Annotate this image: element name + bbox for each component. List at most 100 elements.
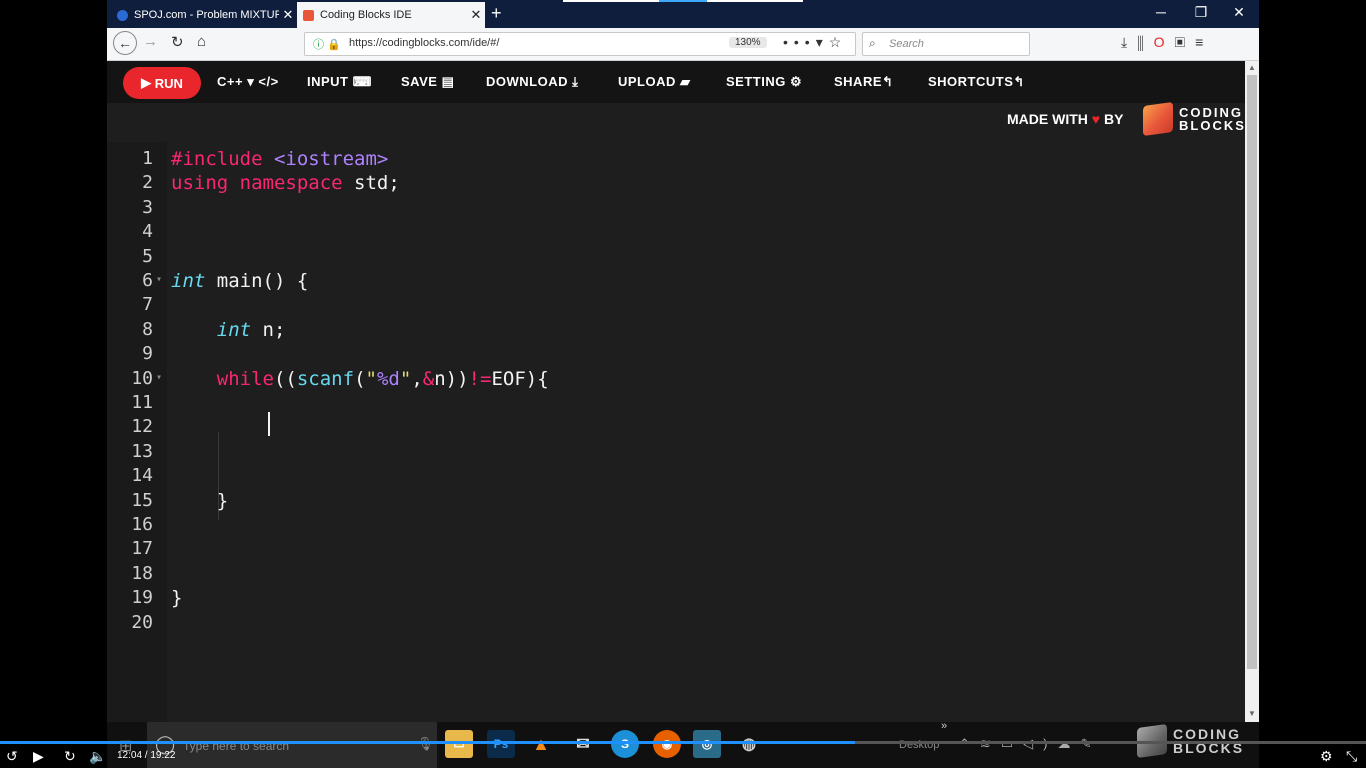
code-line[interactable]: 11 [107, 392, 1245, 416]
chevron-down-icon: ▾ [247, 74, 255, 89]
input-button[interactable]: INPUT ⌨ [307, 74, 372, 90]
forward-icon[interactable]: → [143, 33, 158, 50]
code-line[interactable]: 6 ▾ int main() { [107, 270, 1245, 294]
code-line[interactable]: 19} [107, 587, 1245, 611]
menu-icon[interactable]: ≡ [1195, 34, 1213, 50]
close-tab-icon[interactable]: ✕ [467, 7, 485, 23]
code-editor[interactable]: 1 #include <iostream> 2 using namespace std… [107, 142, 1245, 722]
scroll-thumb[interactable] [1247, 75, 1257, 669]
search-input[interactable]: ⌕ Search [862, 32, 1030, 56]
code-text: int n; [216, 318, 286, 341]
language-selector[interactable]: C++ ▾ </> [217, 74, 279, 90]
settings-gear-icon[interactable]: ⚙ [1320, 748, 1333, 765]
floppy-icon: ▤ [441, 74, 455, 89]
ide-toolbar: ▶ RUN C++ ▾ </> INPUT ⌨ SAVE ▤ DOWNLOAD … [107, 61, 1245, 103]
browser-window: SPOJ.com - Problem MIXTURES ✕ Coding Blo… [107, 0, 1259, 722]
replay-back-icon[interactable]: ↺ [6, 748, 18, 765]
code-line[interactable]: 2 using namespace std; [107, 172, 1245, 196]
fold-arrow-icon[interactable]: ▾ [156, 274, 162, 285]
gear-icon: ⚙ [789, 74, 803, 89]
download-label: DOWNLOAD [486, 74, 568, 89]
line-number: 13 [131, 440, 153, 462]
code-line[interactable]: 14 [107, 465, 1245, 489]
line-number: 6 [142, 270, 153, 291]
code-line[interactable]: 9 [107, 343, 1245, 367]
coding-blocks-logo[interactable]: CODING BLOCKS [1143, 101, 1246, 137]
reload-icon[interactable]: ↻ [171, 33, 184, 51]
scroll-up-icon[interactable]: ▲ [1248, 63, 1256, 72]
code-line[interactable]: 3 [107, 197, 1245, 221]
code-line[interactable]: 10 ▾ while((scanf("%d",&n))!=EOF){ [107, 368, 1245, 392]
line-number: 15 [131, 489, 153, 511]
overflow-chevron-icon[interactable]: » [941, 720, 947, 732]
line-number: 19 [131, 587, 153, 609]
fullscreen-exit-icon[interactable]: ⤡ [1346, 748, 1357, 765]
restore-icon[interactable]: ❐ [1181, 4, 1221, 21]
code-line[interactable]: 16 [107, 514, 1245, 538]
upload-label: UPLOAD [618, 74, 676, 89]
line-number: 3 [142, 196, 153, 218]
code-line[interactable]: 4 [107, 221, 1245, 245]
spoj-favicon-icon [117, 9, 128, 21]
save-label: SAVE [401, 74, 438, 89]
code-line[interactable]: 18 [107, 563, 1245, 587]
minimize-icon[interactable]: ─ [1141, 4, 1181, 20]
back-icon[interactable]: ← [113, 31, 137, 55]
made-with-text: MADE WITH [1007, 111, 1088, 127]
line-number: 10 [131, 367, 153, 389]
play-icon[interactable]: ▶ [33, 748, 44, 765]
line-number: 8 [142, 318, 153, 340]
code-line[interactable]: 8 int n; [107, 319, 1245, 343]
fold-arrow-icon[interactable]: ▾ [156, 372, 162, 383]
new-tab-icon[interactable]: + [491, 3, 502, 24]
page-actions[interactable]: •••▾☆ [783, 34, 847, 51]
close-tab-icon[interactable]: ✕ [279, 7, 297, 23]
volume-icon[interactable]: 🔈 [89, 748, 106, 765]
code-line[interactable]: 20 [107, 612, 1245, 636]
shortcuts-button[interactable]: SHORTCUTS↰ [928, 74, 1025, 90]
code-line[interactable]: 15 } [107, 490, 1245, 514]
line-number: 2 [142, 172, 153, 194]
home-icon[interactable]: ⌂ [197, 33, 206, 50]
coding-blocks-favicon-icon [303, 9, 314, 21]
code-line[interactable]: 17 [107, 538, 1245, 562]
close-window-icon[interactable]: ✕ [1219, 4, 1259, 21]
download-button[interactable]: DOWNLOAD ⤓ [486, 74, 578, 90]
pocket-icon: ▾ [815, 34, 829, 50]
share-button[interactable]: SHARE↰ [834, 74, 893, 90]
tab-coding-blocks[interactable]: Coding Blocks IDE ✕ [297, 2, 485, 28]
code-line[interactable]: 5 [107, 246, 1245, 270]
code-line[interactable]: 12 [107, 416, 1245, 440]
url-text: https://codingblocks.com/ide/#/ [349, 37, 500, 49]
save-button[interactable]: SAVE ▤ [401, 74, 454, 90]
code-line[interactable]: 13 [107, 441, 1245, 465]
opera-icon[interactable]: O [1154, 34, 1175, 50]
ide-page: ▶ RUN C++ ▾ </> INPUT ⌨ SAVE ▤ DOWNLOAD … [107, 61, 1245, 722]
scroll-down-icon[interactable]: ▼ [1248, 709, 1256, 718]
video-controls: ↺ ▶ ↻ 🔈 12:04 / 19:22 ⚙ ⤡ [0, 744, 1366, 768]
play-icon: ▶ [141, 75, 155, 90]
download-icon[interactable]: ⤓ [1121, 34, 1137, 50]
code-line[interactable]: 1 #include <iostream> [107, 148, 1245, 172]
folder-open-icon: ▰ [680, 74, 691, 89]
tab-title: SPOJ.com - Problem MIXTURES [134, 9, 279, 21]
line-number: 12 [131, 416, 153, 438]
line-number: 16 [131, 514, 153, 535]
sidebar-icon[interactable]: ▣ [1175, 34, 1196, 50]
setting-button[interactable]: SETTING ⚙ [726, 74, 802, 90]
run-label: RUN [154, 75, 183, 91]
code-icon: </> [258, 74, 279, 89]
video-time: 12:04 / 19:22 [117, 750, 176, 761]
share-icon: ↰ [882, 74, 894, 89]
url-bar[interactable]: ⓘ 🔒 https://codingblocks.com/ide/#/ 130%… [304, 32, 856, 56]
code-text: } [171, 587, 183, 610]
code-line[interactable]: 7 [107, 294, 1245, 318]
run-button[interactable]: ▶ RUN [123, 67, 201, 99]
page-scrollbar[interactable]: ▲ ▼ [1245, 61, 1259, 722]
zoom-indicator[interactable]: 130% [729, 37, 767, 48]
tab-spoj[interactable]: SPOJ.com - Problem MIXTURES ✕ [111, 2, 297, 28]
more-actions-icon: ••• [783, 34, 816, 50]
library-icon[interactable]: ⫼ [1137, 34, 1153, 50]
upload-button[interactable]: UPLOAD ▰ [618, 74, 691, 90]
skip-forward-icon[interactable]: ↻ [64, 748, 76, 765]
